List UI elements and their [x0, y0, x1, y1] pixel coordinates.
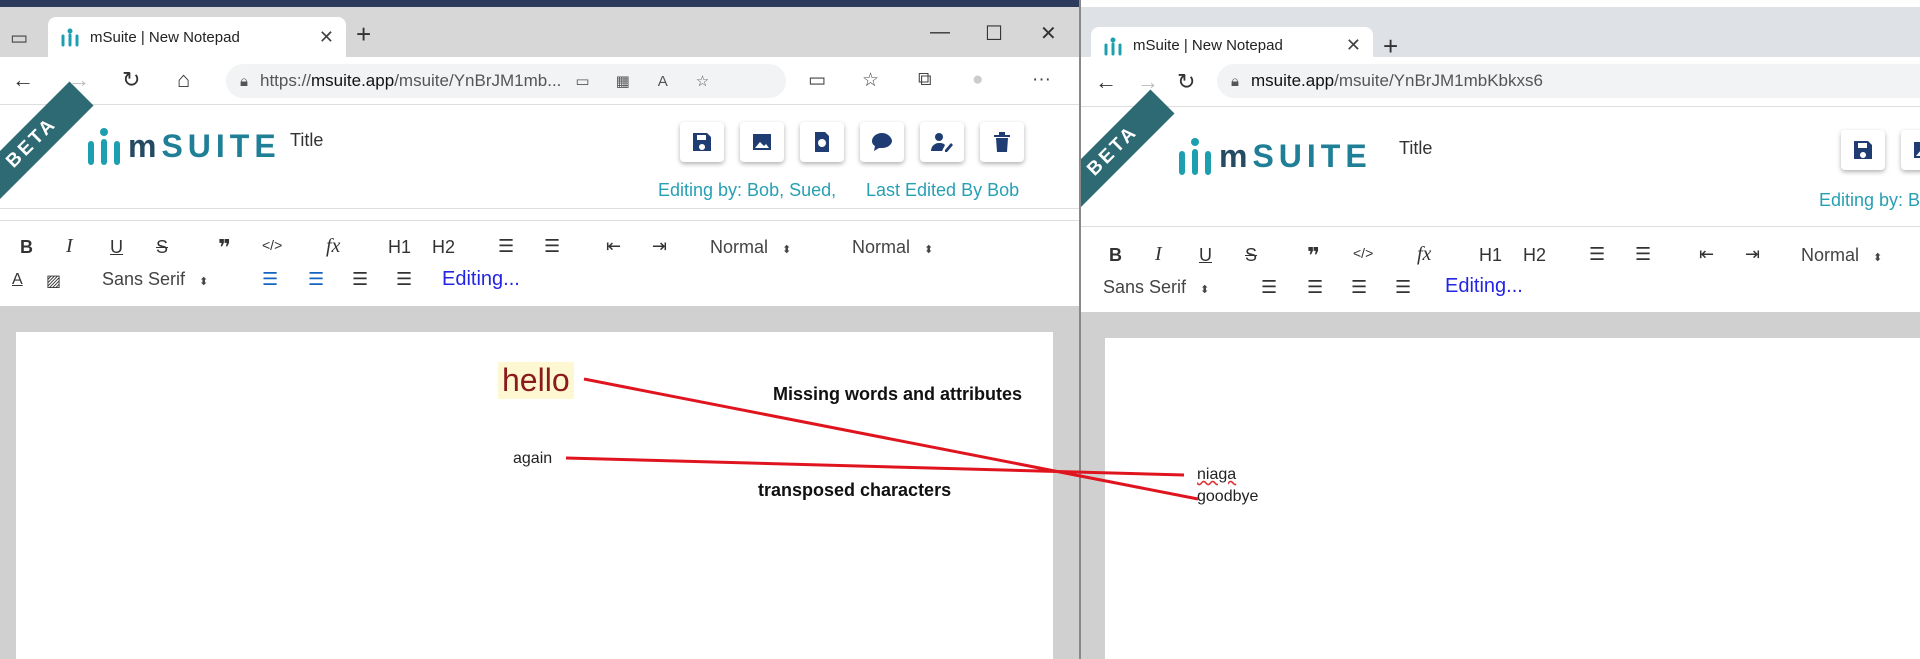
annotation-transposed: transposed characters — [758, 480, 952, 500]
annotation-lines — [565, 377, 1199, 501]
annotation-line-again-niaga — [565, 456, 1185, 477]
annotation-missing-words: Missing words and attributes — [773, 384, 1023, 404]
